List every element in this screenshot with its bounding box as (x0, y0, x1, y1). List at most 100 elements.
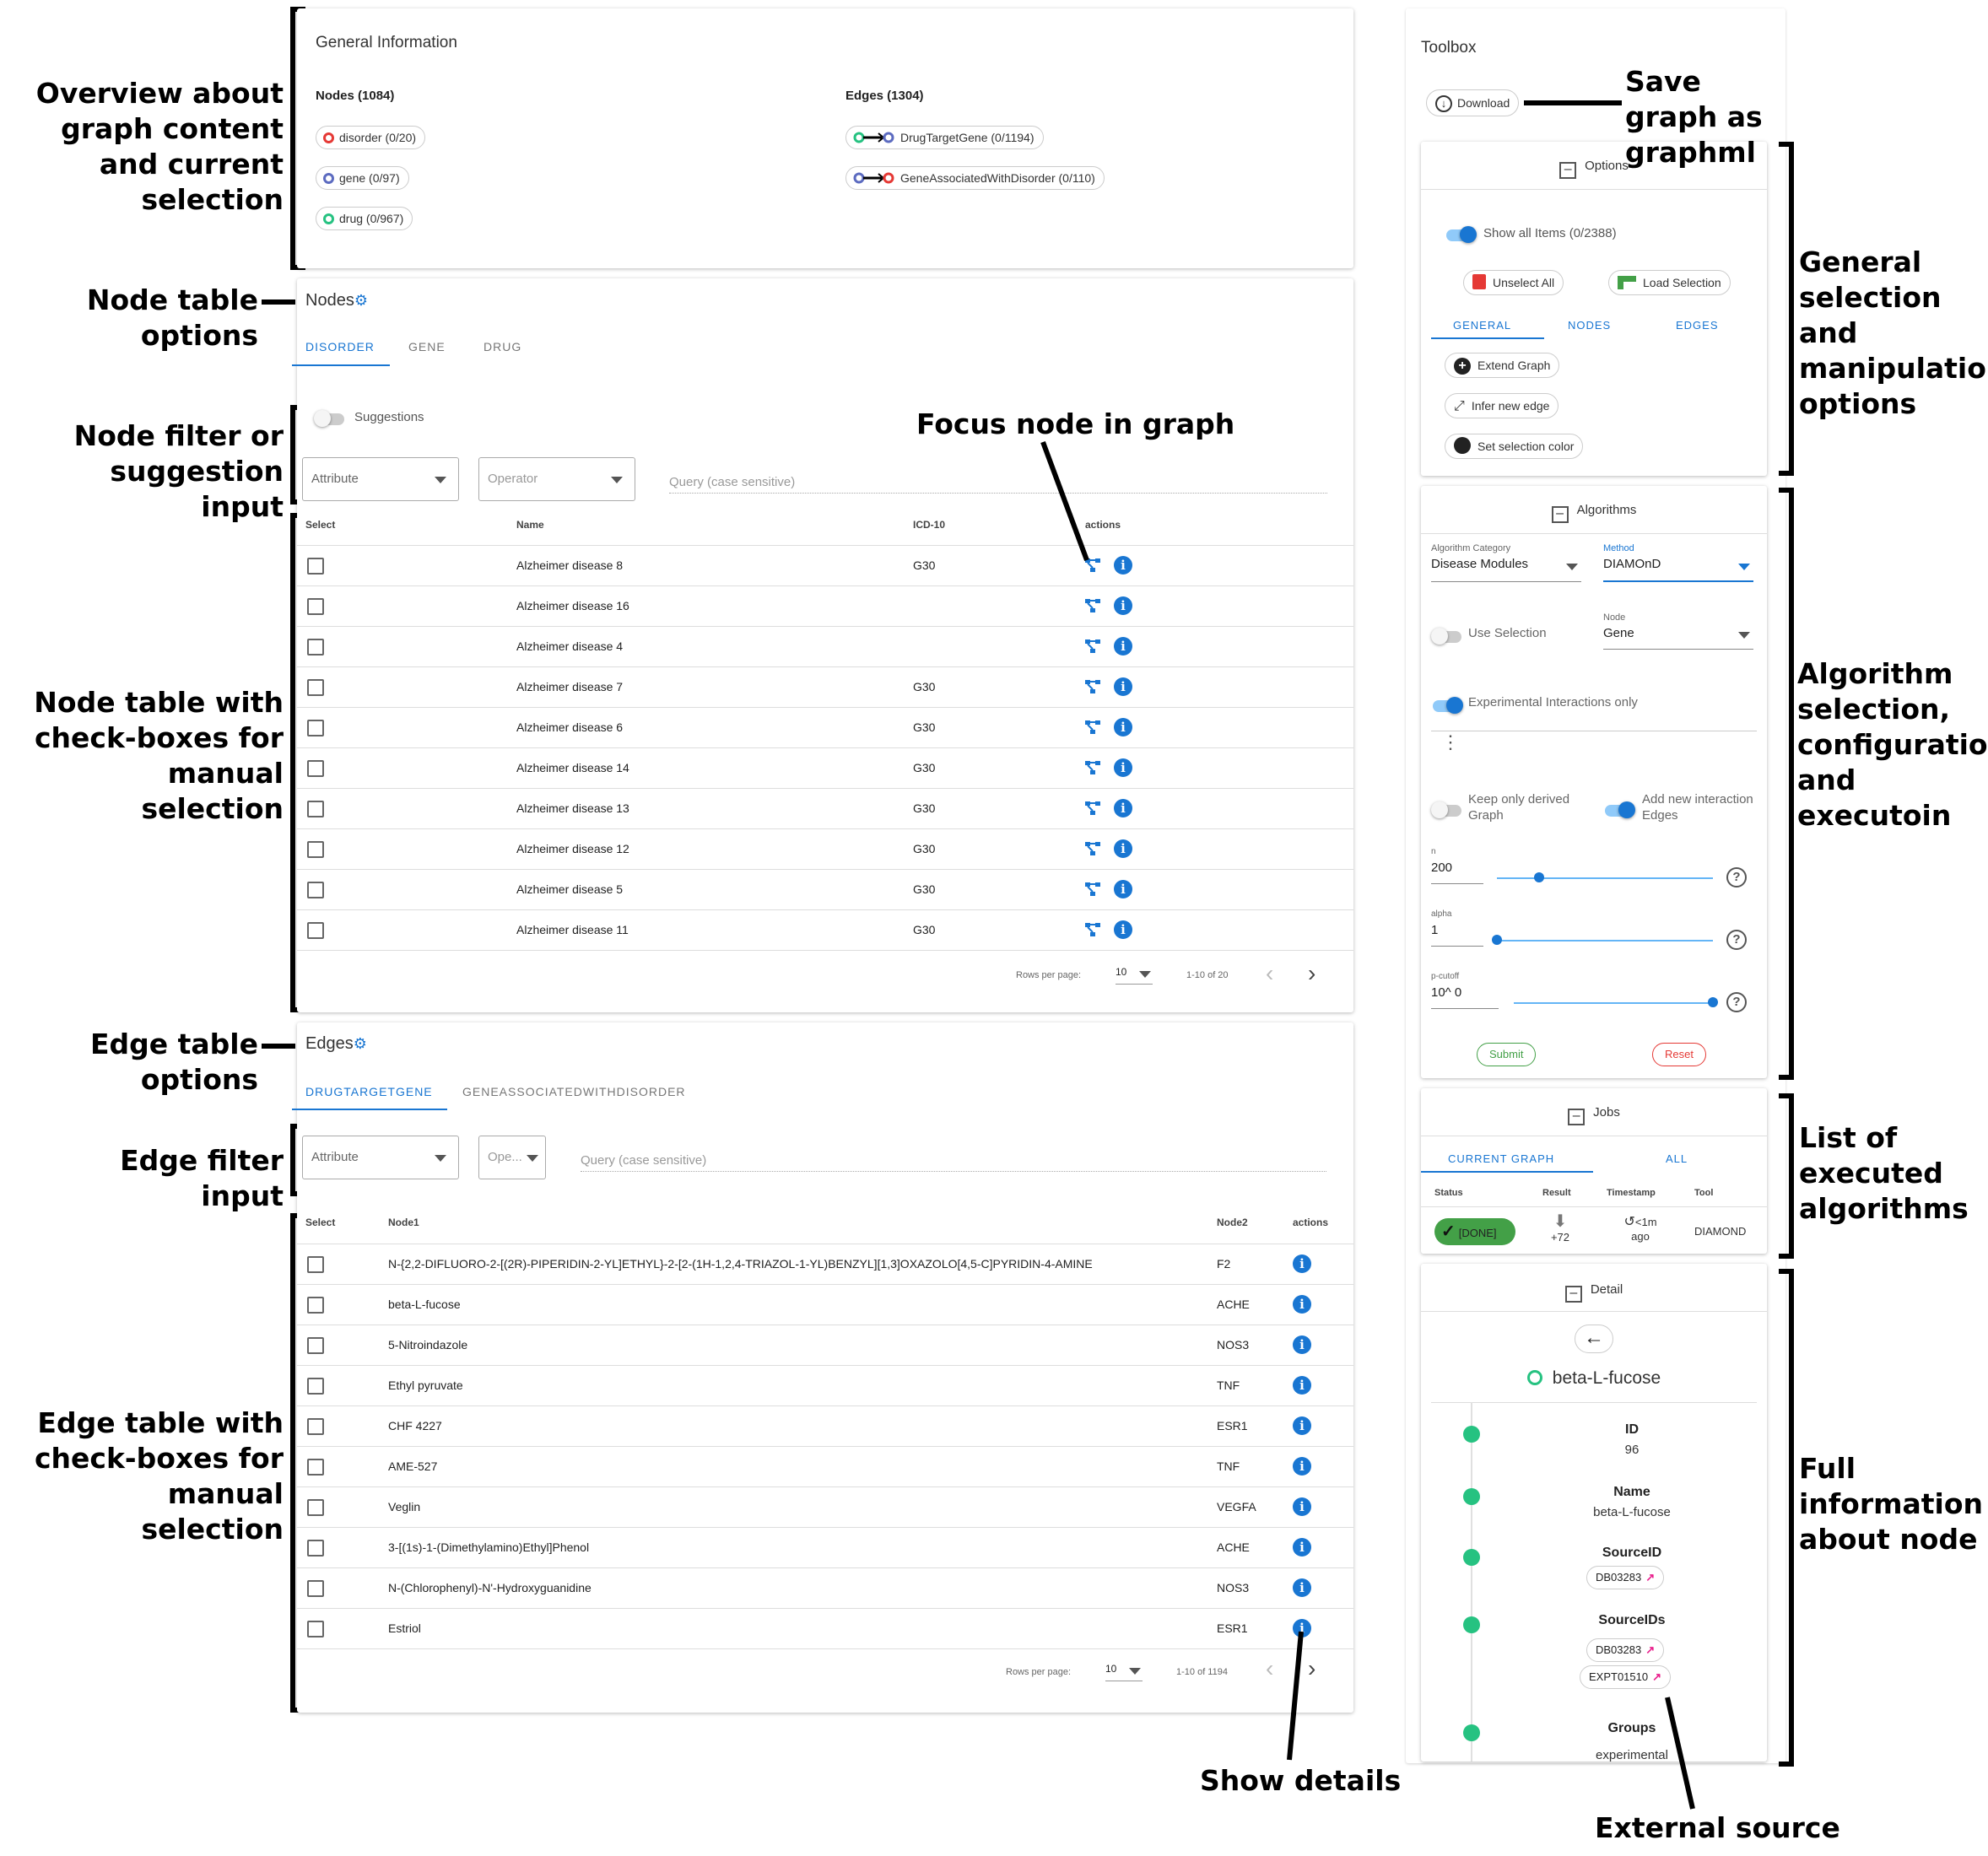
nodes-settings-gear-icon[interactable]: ⚙ (354, 292, 368, 309)
table-row[interactable]: Alzheimer disease 8 G30 i (297, 546, 1353, 586)
row-select-checkbox[interactable] (307, 760, 324, 777)
focus-node-icon[interactable] (1083, 677, 1102, 696)
info-icon[interactable]: i (1114, 637, 1132, 656)
method-select[interactable]: DIAMOnD (1603, 557, 1753, 582)
table-row[interactable]: Veglin VEGFA i (297, 1487, 1353, 1528)
sourceids-link-2[interactable]: EXPT01510 ↗ (1580, 1665, 1672, 1689)
tab-disorder[interactable]: DISORDER (305, 340, 375, 353)
tab-drugtargetgene[interactable]: DRUGTARGETGENE (305, 1085, 433, 1098)
tab-edges[interactable]: EDGES (1676, 319, 1719, 332)
table-row[interactable]: beta-L-fucose ACHE i (297, 1285, 1353, 1325)
table-row[interactable]: Alzheimer disease 12 G30 i (297, 829, 1353, 870)
edge-type-chip-drugtargetgene[interactable]: DrugTargetGene (0/1194) (845, 126, 1044, 149)
algorithm-category-select[interactable]: Disease Modules (1431, 557, 1581, 582)
alpha-slider-track[interactable] (1497, 940, 1713, 941)
row-select-checkbox[interactable] (307, 1499, 324, 1516)
back-arrow-icon[interactable]: ← (1575, 1325, 1613, 1353)
n-slider-track[interactable] (1497, 877, 1713, 879)
edge-operator-select[interactable]: Ope... (478, 1136, 546, 1179)
info-icon[interactable]: i (1114, 556, 1132, 575)
tab-general[interactable]: GENERAL (1453, 319, 1511, 332)
submit-button[interactable]: Submit (1477, 1043, 1537, 1066)
table-row[interactable]: Alzheimer disease 14 G30 i (297, 748, 1353, 789)
pcutoff-help-icon[interactable]: ? (1726, 992, 1747, 1012)
table-row[interactable]: Alzheimer disease 11 G30 i (297, 910, 1353, 951)
detail-header[interactable]: – Detail (1421, 1282, 1767, 1303)
row-select-checkbox[interactable] (307, 720, 324, 736)
edge-rows-per-page-select[interactable]: 10 (1105, 1663, 1143, 1681)
experimental-interactions-toggle[interactable] (1433, 697, 1463, 714)
node-operator-select[interactable]: Operator (478, 457, 635, 501)
edges-settings-gear-icon[interactable]: ⚙ (354, 1035, 367, 1052)
focus-node-icon[interactable] (1083, 799, 1102, 817)
add-interaction-edges-toggle[interactable] (1605, 801, 1635, 818)
row-select-checkbox[interactable] (307, 1621, 324, 1637)
table-row[interactable]: N-(Chlorophenyl)-N'-Hydroxyguanidine NOS… (297, 1568, 1353, 1609)
info-icon[interactable]: i (1293, 1376, 1311, 1395)
extend-graph-button[interactable]: + Extend Graph (1445, 353, 1560, 378)
info-icon[interactable]: i (1293, 1497, 1311, 1516)
alpha-help-icon[interactable]: ? (1726, 930, 1747, 950)
sourceids-link-1[interactable]: DB03283 ↗ (1586, 1638, 1665, 1662)
row-select-checkbox[interactable] (307, 1297, 324, 1314)
table-row[interactable]: Alzheimer disease 16 i (297, 586, 1353, 627)
focus-node-icon[interactable] (1083, 839, 1102, 858)
row-select-checkbox[interactable] (307, 1256, 324, 1273)
suggestions-toggle[interactable] (314, 410, 344, 427)
table-row[interactable]: Alzheimer disease 6 G30 i (297, 708, 1353, 748)
info-icon[interactable]: i (1293, 1538, 1311, 1557)
row-select-checkbox[interactable] (307, 1540, 324, 1557)
n-input[interactable]: 200 (1431, 861, 1483, 884)
node-type-chip-gene[interactable]: gene (0/97) (316, 166, 409, 190)
info-icon[interactable]: i (1114, 839, 1132, 858)
set-selection-color-button[interactable]: Set selection color (1445, 434, 1584, 459)
show-all-items-toggle[interactable] (1446, 226, 1477, 243)
info-icon[interactable]: i (1114, 718, 1132, 736)
table-row[interactable]: 3-[(1s)-1-(Dimethylamino)Ethyl]Phenol AC… (297, 1528, 1353, 1568)
pcutoff-input[interactable]: 10^ 0 (1431, 985, 1499, 1009)
row-select-checkbox[interactable] (307, 1337, 324, 1354)
row-select-checkbox[interactable] (307, 1580, 324, 1597)
info-icon[interactable]: i (1114, 799, 1132, 817)
load-selection-button[interactable]: Load Selection (1608, 270, 1731, 295)
table-row[interactable]: N-{2,2-DIFLUORO-2-[(2R)-PIPERIDIN-2-YL]E… (297, 1244, 1353, 1285)
more-options-icon[interactable]: ⋮ (1441, 733, 1460, 752)
tab-all-jobs[interactable]: ALL (1666, 1152, 1688, 1165)
info-icon[interactable]: i (1293, 1295, 1311, 1314)
row-select-checkbox[interactable] (307, 598, 324, 615)
info-icon[interactable]: i (1114, 596, 1132, 615)
tab-drug[interactable]: DRUG (483, 340, 521, 353)
table-row[interactable]: AME-527 TNF i (297, 1447, 1353, 1487)
unselect-all-button[interactable]: Unselect All (1463, 270, 1564, 295)
node-type-chip-disorder[interactable]: disorder (0/20) (316, 126, 426, 149)
node-type-select[interactable]: Gene (1603, 626, 1753, 650)
row-select-checkbox[interactable] (307, 639, 324, 656)
infer-edge-button[interactable]: ⤢ Infer new edge (1445, 393, 1559, 418)
alpha-input[interactable]: 1 (1431, 923, 1483, 947)
keep-derived-graph-toggle[interactable] (1431, 801, 1461, 818)
pcutoff-slider-thumb[interactable] (1708, 997, 1718, 1007)
info-icon[interactable]: i (1293, 1335, 1311, 1354)
tab-geneassociatedwithdisorder[interactable]: GENEASSOCIATEDWITHDISORDER (462, 1085, 686, 1098)
next-page-icon[interactable]: › (1308, 960, 1315, 987)
table-row[interactable]: Alzheimer disease 7 G30 i (297, 667, 1353, 708)
table-row[interactable]: 5-Nitroindazole NOS3 i (297, 1325, 1353, 1366)
tab-gene[interactable]: GENE (408, 340, 446, 353)
node-rows-per-page-select[interactable]: 10 (1116, 966, 1153, 985)
row-select-checkbox[interactable] (307, 1378, 324, 1395)
focus-node-icon[interactable] (1083, 880, 1102, 898)
tab-current-graph[interactable]: CURRENT GRAPH (1448, 1152, 1554, 1165)
row-select-checkbox[interactable] (307, 882, 324, 898)
job-result-download[interactable]: ⬇ +72 (1548, 1213, 1573, 1245)
focus-node-icon[interactable] (1083, 637, 1102, 656)
focus-node-icon[interactable] (1083, 920, 1102, 939)
row-select-checkbox[interactable] (307, 801, 324, 817)
table-row[interactable]: Alzheimer disease 4 i (297, 627, 1353, 667)
n-help-icon[interactable]: ? (1726, 867, 1747, 888)
use-selection-toggle[interactable] (1431, 628, 1461, 645)
table-row[interactable]: Alzheimer disease 5 G30 i (297, 870, 1353, 910)
focus-node-icon[interactable] (1083, 758, 1102, 777)
pcutoff-slider-track[interactable] (1514, 1002, 1713, 1004)
table-row[interactable]: Alzheimer disease 13 G30 i (297, 789, 1353, 829)
focus-node-icon[interactable] (1083, 596, 1102, 615)
